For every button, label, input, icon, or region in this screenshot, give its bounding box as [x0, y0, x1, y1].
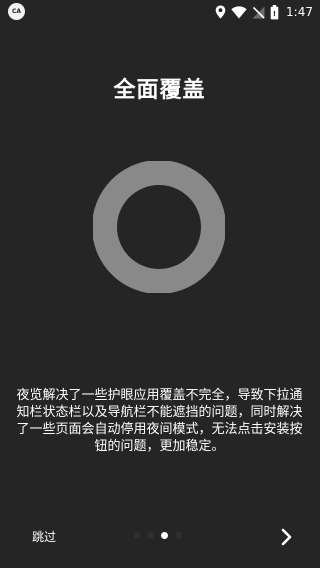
coverage-ring-illustration — [92, 160, 226, 294]
chevron-right-icon — [276, 528, 298, 554]
status-time: 1:47 — [286, 5, 313, 19]
page-dot — [147, 532, 154, 539]
location-icon — [215, 5, 226, 19]
battery-icon: ! — [270, 4, 279, 20]
feature-description: 夜览解决了一些护眼应用覆盖不完全，导致下拉通知栏状态栏以及导航栏不能遮挡的问题，… — [16, 388, 303, 454]
page-dot — [133, 532, 140, 539]
page-dot — [175, 532, 182, 539]
svg-text:!: ! — [273, 10, 276, 18]
page-dot-active — [161, 532, 168, 539]
page-title: 全面覆盖 — [113, 78, 206, 103]
status-icons: ! 1:47 — [215, 3, 313, 21]
page-indicator — [133, 532, 182, 539]
wifi-icon — [231, 5, 247, 19]
skip-button[interactable]: 跳过 — [32, 528, 56, 545]
signal-off-icon — [252, 6, 265, 19]
status-bar: CA ! 1:47 — [0, 0, 319, 24]
next-button[interactable] — [276, 524, 298, 550]
app-badge-icon: CA — [8, 3, 25, 20]
